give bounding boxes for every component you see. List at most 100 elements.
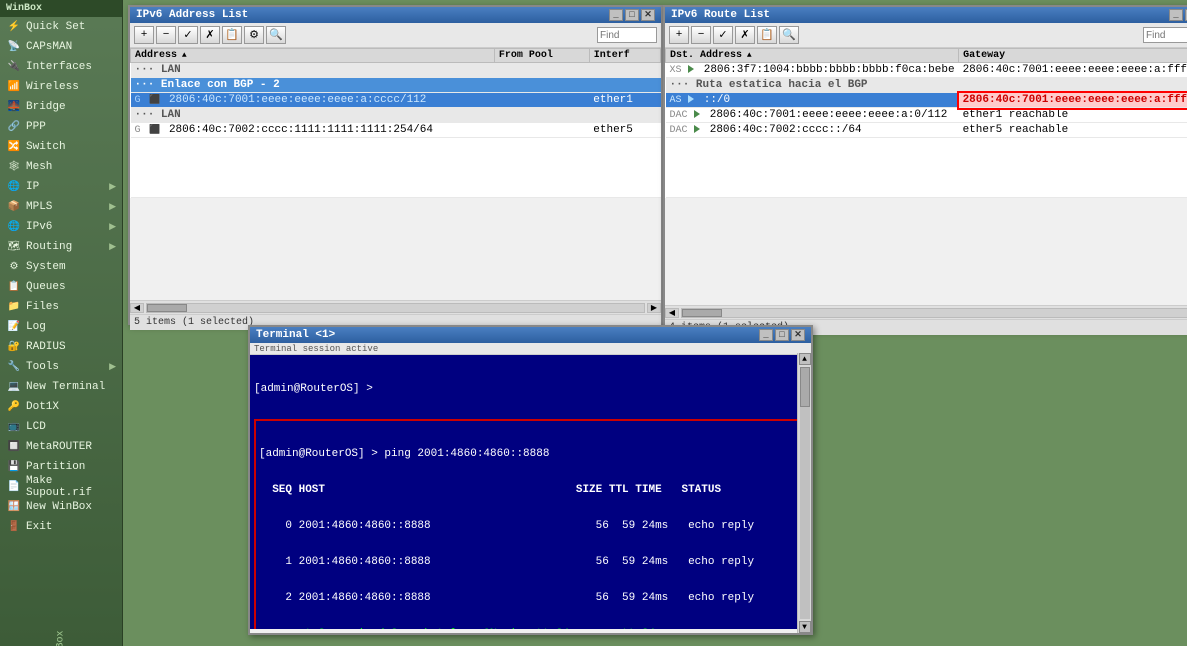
maximize-button[interactable]: □ <box>775 329 789 341</box>
sidebar-item-ipv6[interactable]: 🌐 IPv6 ▶ <box>0 217 122 237</box>
vertical-scrollbar[interactable]: ▲ ▼ <box>797 353 811 633</box>
find-input[interactable] <box>597 27 657 43</box>
sidebar-item-switch[interactable]: 🔀 Switch <box>0 137 122 157</box>
sidebar-item-interfaces[interactable]: 🔌 Interfaces <box>0 57 122 77</box>
scroll-track[interactable] <box>146 303 645 313</box>
sidebar-item-radius[interactable]: 🔐 RADIUS <box>0 337 122 357</box>
partition-icon: 💾 <box>6 460 22 474</box>
horizontal-scrollbar[interactable]: ◀ ▶ <box>665 305 1187 319</box>
scroll-thumb-v[interactable] <box>800 367 810 407</box>
filter-button[interactable]: 🔍 <box>266 26 286 44</box>
system-icon: ⚙ <box>6 260 22 274</box>
scroll-track[interactable] <box>681 308 1187 318</box>
col-address[interactable]: Address <box>131 49 495 63</box>
ip-arrow: ▶ <box>109 182 116 192</box>
exit-icon: 🚪 <box>6 520 22 534</box>
sidebar-item-mpls[interactable]: 📦 MPLS ▶ <box>0 197 122 217</box>
tools-icon: 🔧 <box>6 360 22 374</box>
scroll-left[interactable]: ◀ <box>130 303 144 313</box>
sidebar-label-ipv6: IPv6 <box>26 221 52 233</box>
table-row[interactable]: G ⬛ 2806:40c:7002:cccc:1111:1111:1111:25… <box>131 123 661 138</box>
route-dst-dac2: DAC 2806:40c:7002:cccc::/64 <box>666 123 959 138</box>
disable-button[interactable]: ✗ <box>735 26 755 44</box>
remove-button[interactable]: − <box>691 26 711 44</box>
sidebar-item-make-supout[interactable]: 📄 Make Supout.rif <box>0 477 122 497</box>
sidebar-item-new-winbox[interactable]: 🪟 New WinBox <box>0 497 122 517</box>
col-dst-address[interactable]: Dst. Address <box>666 49 959 63</box>
remove-button[interactable]: − <box>156 26 176 44</box>
enable-button[interactable]: ✓ <box>178 26 198 44</box>
addr-flag-g2: G ⬛ 2806:40c:7002:cccc:1111:1111:1111:25… <box>131 123 495 138</box>
minimize-button[interactable]: _ <box>609 9 623 21</box>
table-row[interactable]: AS ::/0 2806:40c:7001:eeee:eeee:eeee:a:f… <box>666 93 1187 108</box>
sidebar-label-capsman: CAPsMAN <box>26 41 72 53</box>
minimize-button[interactable]: _ <box>759 329 773 341</box>
ipv6-route-titlebar[interactable]: IPv6 Route List _ □ ✕ <box>665 7 1187 23</box>
copy-button[interactable]: 📋 <box>757 26 777 44</box>
sidebar-item-ppp[interactable]: 🔗 PPP <box>0 117 122 137</box>
sidebar-item-new-terminal[interactable]: 💻 New Terminal <box>0 377 122 397</box>
mesh-icon: 🕸 <box>6 160 22 174</box>
sidebar-item-system[interactable]: ⚙ System <box>0 257 122 277</box>
sidebar-item-partition[interactable]: 💾 Partition <box>0 457 122 477</box>
route-gw-xs: 2806:40c:7001:eeee:eeee:eeee:a:ffff <box>959 63 1187 78</box>
add-button[interactable]: + <box>134 26 154 44</box>
sidebar-item-ip[interactable]: 🌐 IP ▶ <box>0 177 122 197</box>
ipv6-route-content: Dst. Address Gateway XS 2806:3f7:1004:bb… <box>665 48 1187 305</box>
sidebar-item-lcd[interactable]: 📺 LCD <box>0 417 122 437</box>
table-row[interactable]: DAC 2806:40c:7001:eeee:eeee:eeee:a:0/112… <box>666 108 1187 123</box>
sidebar-item-metarouter[interactable]: 🔲 MetaROUTER <box>0 437 122 457</box>
scroll-left[interactable]: ◀ <box>665 308 679 318</box>
ipv6-addr-controls: _ □ ✕ <box>609 9 655 21</box>
sidebar-item-queues[interactable]: 📋 Queues <box>0 277 122 297</box>
terminal-titlebar[interactable]: Terminal <1> _ □ ✕ <box>250 327 811 343</box>
sidebar-item-log[interactable]: 📝 Log <box>0 317 122 337</box>
filter-button[interactable]: 🔍 <box>779 26 799 44</box>
sidebar-item-wireless[interactable]: 📶 Wireless <box>0 77 122 97</box>
scroll-down[interactable]: ▼ <box>799 621 811 633</box>
queues-icon: 📋 <box>6 280 22 294</box>
enable-button[interactable]: ✓ <box>713 26 733 44</box>
maximize-button[interactable]: □ <box>625 9 639 21</box>
find-box <box>597 27 657 43</box>
routing-arrow: ▶ <box>109 242 116 252</box>
table-row[interactable]: DAC 2806:40c:7002:cccc::/64 ether5 reach… <box>666 123 1187 138</box>
sidebar-item-routing[interactable]: 🗺 Routing ▶ <box>0 237 122 257</box>
ipv6-addr-titlebar[interactable]: IPv6 Address List _ □ ✕ <box>130 7 661 23</box>
sidebar-item-tools[interactable]: 🔧 Tools ▶ <box>0 357 122 377</box>
route-gw-dac2: ether5 reachable <box>959 123 1187 138</box>
scroll-track-v[interactable] <box>800 367 810 619</box>
minimize-button[interactable]: _ <box>1169 9 1183 21</box>
col-interface[interactable]: Interf <box>589 49 660 63</box>
sidebar-item-quickset[interactable]: ⚡ Quick Set <box>0 17 122 37</box>
close-button[interactable]: ✕ <box>791 329 805 341</box>
horizontal-scrollbar[interactable]: ◀ ▶ <box>130 300 661 314</box>
disable-button[interactable]: ✗ <box>200 26 220 44</box>
scroll-thumb[interactable] <box>682 309 722 317</box>
col-gateway[interactable]: Gateway <box>959 49 1187 63</box>
sidebar-item-files[interactable]: 📁 Files <box>0 297 122 317</box>
terminal-body[interactable]: [admin@RouterOS] > [admin@RouterOS] > pi… <box>250 355 811 629</box>
table-row[interactable]: XS 2806:3f7:1004:bbbb:bbbb:bbbb:f0ca:beb… <box>666 63 1187 78</box>
scroll-right[interactable]: ▶ <box>647 303 661 313</box>
sidebar-item-dot1x[interactable]: 🔑 Dot1X <box>0 397 122 417</box>
col-from-pool[interactable]: From Pool <box>494 49 589 63</box>
close-button[interactable]: ✕ <box>641 9 655 21</box>
scroll-up[interactable]: ▲ <box>799 353 811 365</box>
scroll-thumb[interactable] <box>147 304 187 312</box>
settings-button[interactable]: ⚙ <box>244 26 264 44</box>
find-input[interactable] <box>1143 27 1187 43</box>
table-row[interactable]: G ⬛ 2806:40c:7001:eeee:eeee:eeee:a:cccc/… <box>131 93 661 108</box>
ping-section: [admin@RouterOS] > ping 2001:4860:4860::… <box>254 419 807 629</box>
ipv6-route-controls: _ □ ✕ <box>1169 9 1187 21</box>
add-button[interactable]: + <box>669 26 689 44</box>
sidebar-item-exit[interactable]: 🚪 Exit <box>0 517 122 537</box>
ppp-icon: 🔗 <box>6 120 22 134</box>
group-label-lan1: ··· LAN <box>131 63 661 78</box>
copy-button[interactable]: 📋 <box>222 26 242 44</box>
sidebar-item-capsman[interactable]: 📡 CAPsMAN <box>0 37 122 57</box>
sidebar-item-mesh[interactable]: 🕸 Mesh <box>0 157 122 177</box>
radius-icon: 🔐 <box>6 340 22 354</box>
table-row[interactable]: ··· Enlace con BGP - 2 <box>131 78 661 93</box>
sidebar-item-bridge[interactable]: 🌉 Bridge <box>0 97 122 117</box>
